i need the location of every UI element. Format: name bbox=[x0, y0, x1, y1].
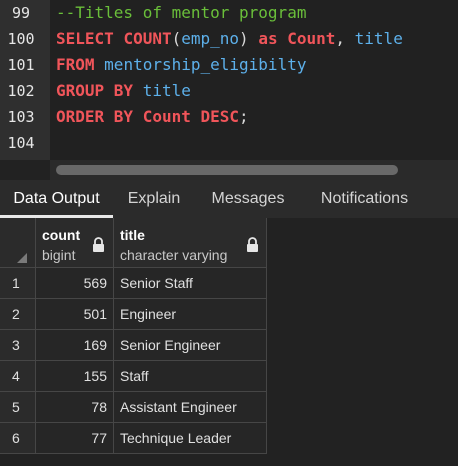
code-token: SELECT bbox=[56, 29, 124, 48]
row-number[interactable]: 1 bbox=[0, 268, 36, 299]
code-line[interactable]: SELECT COUNT(emp_no) as Count, title bbox=[56, 26, 403, 52]
code-token: GROUP BY bbox=[56, 81, 143, 100]
code-token: Count bbox=[287, 29, 336, 48]
row-header-corner[interactable] bbox=[0, 218, 36, 268]
code-token: --Titles of mentor program bbox=[56, 3, 307, 22]
cell-count[interactable]: 77 bbox=[36, 423, 114, 454]
tab-explain[interactable]: Explain bbox=[113, 180, 195, 218]
column-name: count bbox=[42, 227, 81, 243]
corner-triangle-icon bbox=[17, 253, 27, 263]
cell-title[interactable]: Senior Staff bbox=[114, 268, 267, 299]
code-token: , bbox=[335, 29, 355, 48]
column-name: title bbox=[120, 227, 145, 243]
tab-messages[interactable]: Messages bbox=[195, 180, 301, 218]
cell-title[interactable]: Senior Engineer bbox=[114, 330, 267, 361]
cell-count[interactable]: 569 bbox=[36, 268, 114, 299]
code-line[interactable]: ORDER BY Count DESC; bbox=[56, 104, 249, 130]
code-token: COUNT bbox=[123, 29, 172, 48]
code-token: FROM bbox=[56, 55, 105, 74]
code-token: Count bbox=[142, 107, 201, 126]
result-tabs: Data Output Explain Messages Notificatio… bbox=[0, 180, 458, 218]
code-token: ORDER BY bbox=[56, 107, 143, 126]
cell-count[interactable]: 501 bbox=[36, 299, 114, 330]
code-token: title bbox=[354, 29, 403, 48]
code-token: ; bbox=[239, 107, 249, 126]
code-line[interactable]: FROM mentorship_eligibilty bbox=[56, 52, 306, 78]
cell-count[interactable]: 78 bbox=[36, 392, 114, 423]
tab-data-output[interactable]: Data Output bbox=[0, 180, 113, 218]
line-number: 103 bbox=[7, 108, 35, 126]
code-line[interactable]: --Titles of mentor program bbox=[56, 0, 306, 26]
column-header-title[interactable]: title character varying bbox=[114, 218, 267, 268]
lock-icon bbox=[93, 237, 104, 252]
cell-title[interactable]: Staff bbox=[114, 361, 267, 392]
tab-notifications[interactable]: Notifications bbox=[301, 180, 428, 218]
code-token: as bbox=[258, 29, 288, 48]
line-number: 99 bbox=[11, 4, 31, 22]
editor-scrollbar-thumb[interactable] bbox=[56, 165, 398, 175]
row-number[interactable]: 5 bbox=[0, 392, 36, 423]
lock-icon bbox=[247, 237, 258, 252]
column-header-count[interactable]: count bigint bbox=[36, 218, 114, 268]
code-line[interactable]: GROUP BY title bbox=[56, 78, 191, 104]
line-number: 104 bbox=[7, 134, 35, 152]
line-number: 102 bbox=[7, 82, 35, 100]
cell-title[interactable]: Assistant Engineer bbox=[114, 392, 267, 423]
cell-title[interactable]: Technique Leader bbox=[114, 423, 267, 454]
row-number[interactable]: 2 bbox=[0, 299, 36, 330]
code-token: ( bbox=[171, 29, 182, 48]
row-number[interactable]: 6 bbox=[0, 423, 36, 454]
row-number[interactable]: 3 bbox=[0, 330, 36, 361]
column-type: character varying bbox=[120, 247, 228, 263]
cell-count[interactable]: 155 bbox=[36, 361, 114, 392]
line-number: 101 bbox=[7, 56, 35, 74]
code-token: title bbox=[142, 81, 191, 100]
column-type: bigint bbox=[42, 247, 76, 263]
line-number: 100 bbox=[7, 30, 35, 48]
row-number[interactable]: 4 bbox=[0, 361, 36, 392]
sql-editor[interactable]: 99 --Titles of mentor program 100 SELECT CO… bbox=[0, 0, 458, 160]
code-token: mentorship_eligibilty bbox=[104, 55, 307, 74]
code-token: emp_no bbox=[181, 29, 240, 48]
code-token: DESC bbox=[200, 107, 240, 126]
cell-count[interactable]: 169 bbox=[36, 330, 114, 361]
cell-title[interactable]: Engineer bbox=[114, 299, 267, 330]
code-token: ) bbox=[239, 29, 259, 48]
